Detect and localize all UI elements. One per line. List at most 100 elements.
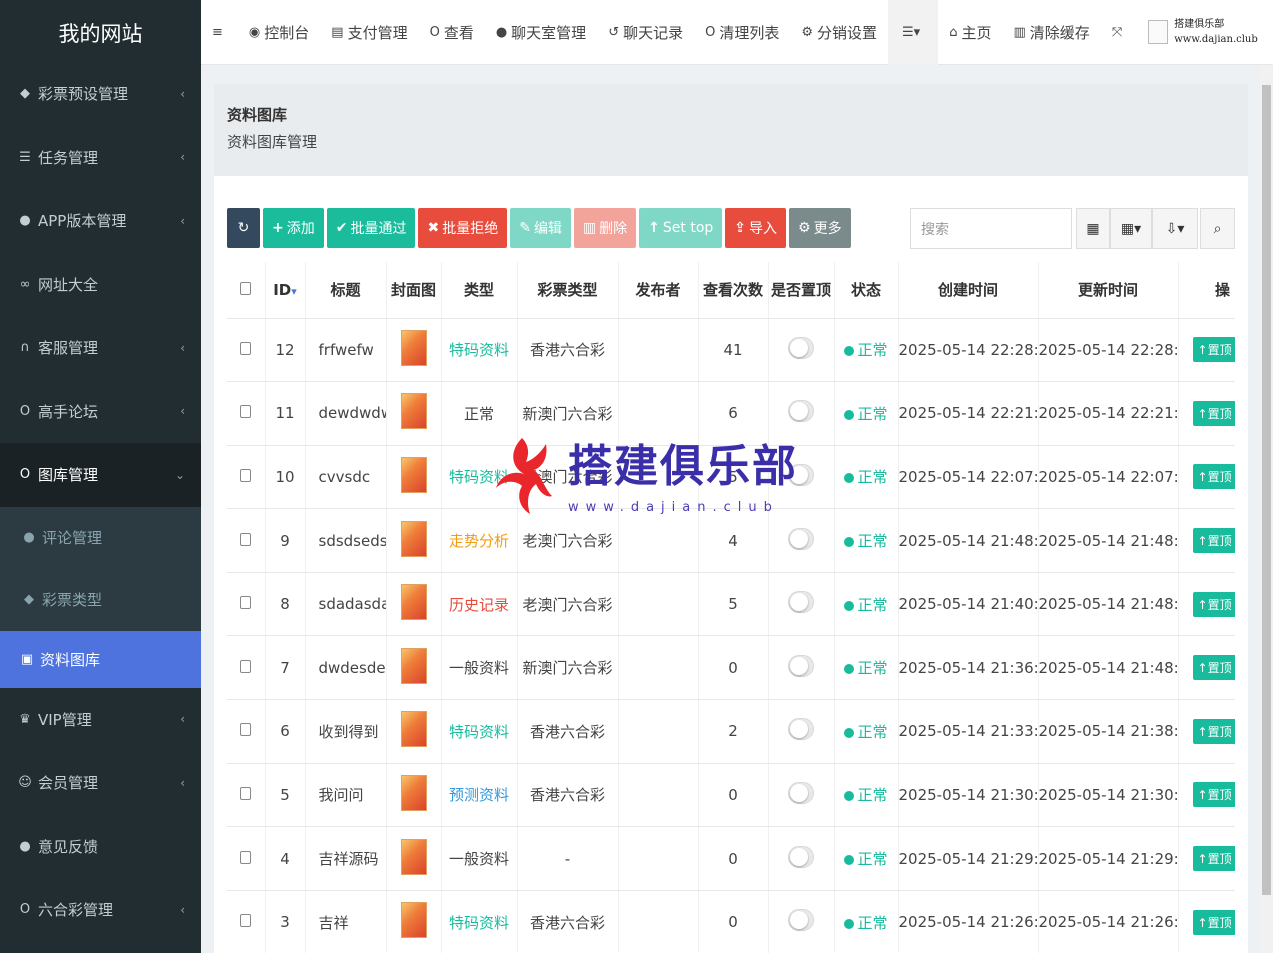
nav-chatroom[interactable]: ● 聊天室管理 (485, 0, 597, 65)
sidebar-item-lottery-type[interactable]: ◆ 彩票类型 (0, 568, 201, 631)
row-checkbox[interactable] (240, 723, 252, 737)
row-checkbox[interactable] (240, 532, 252, 546)
export-button[interactable]: ⇩▾ (1152, 208, 1198, 249)
sidebar-item-gallery-management[interactable]: O 图库管理 ⌄ (0, 443, 201, 507)
table-row[interactable]: 11dewdwdw正常新澳门六合彩6正常2025-05-14 22:21:242… (227, 381, 1235, 446)
table-row[interactable]: 12frfwefw 特码资料香港六合彩 41 正常 2025-05-14 22:28:1… (227, 318, 1235, 383)
nav-clean-list[interactable]: O 清理列表 (694, 0, 790, 65)
sidebar-item-vip-management[interactable]: ♛ VIP管理 ‹ (0, 688, 201, 752)
set-top-row-button[interactable]: ↑置顶 (1192, 464, 1235, 490)
cover-thumbnail[interactable] (400, 584, 427, 621)
nav-fullscreen[interactable]: ⤧ (1101, 0, 1137, 65)
top-toggle-switch[interactable] (788, 781, 814, 804)
top-toggle-switch[interactable] (788, 591, 814, 614)
cover-thumbnail[interactable] (400, 520, 427, 557)
table-row[interactable]: 10cvvsdc 特码资料老澳门六合彩 5 正常 2025-05-14 22:07:07… (227, 445, 1235, 510)
sidebar-item-comment-management[interactable]: ● 评论管理 (0, 506, 201, 569)
nav-more-dropdown[interactable]: ☰▾ (888, 0, 939, 65)
search-button[interactable]: ⌕ (1200, 208, 1235, 249)
cover-thumbnail[interactable] (400, 902, 427, 939)
scrollbar-thumb[interactable] (1262, 85, 1271, 895)
set-top-row-button[interactable]: ↑置顶 (1192, 591, 1235, 617)
top-toggle-switch[interactable] (788, 909, 814, 932)
more-button[interactable]: ⚙ 更多 (789, 208, 851, 248)
set-top-row-button[interactable]: ↑置顶 (1192, 655, 1235, 681)
top-toggle-switch[interactable] (788, 845, 814, 868)
column-header-id[interactable]: ID▾ (265, 262, 306, 319)
sidebar-item-url-directory[interactable]: ∞ 网址大全 (0, 253, 201, 317)
select-all-checkbox[interactable] (240, 281, 252, 295)
row-checkbox[interactable] (240, 850, 252, 864)
set-top-row-button[interactable]: ↑置顶 (1192, 846, 1235, 872)
nav-clear-cache[interactable]: ▥ 清除缓存 (1003, 0, 1101, 65)
batch-reject-button[interactable]: ✖ 批量拒绝 (418, 208, 508, 248)
columns-button[interactable]: ▦▾ (1110, 208, 1152, 249)
top-toggle-switch[interactable] (788, 718, 814, 741)
nav-view[interactable]: O 查看 (419, 0, 485, 65)
nav-user-brand[interactable]: 搭建俱乐部 www.dajian.club (1137, 0, 1269, 65)
sidebar-item-lottery-preset[interactable]: ◆ 彩票预设管理 ‹ (0, 62, 201, 126)
sidebar-item-app-version[interactable]: ● APP版本管理 ‹ (0, 189, 201, 253)
row-checkbox[interactable] (240, 405, 252, 419)
cover-thumbnail[interactable] (400, 711, 427, 748)
sidebar-item-task[interactable]: ☰ 任务管理 ‹ (0, 126, 201, 190)
sidebar-item-member-management[interactable]: ☺ 会员管理 ‹ (0, 751, 201, 815)
table-row[interactable]: 4吉祥源码一般资料- 0 正常 2025-05-14 21:29:262025-05-… (227, 826, 1235, 891)
top-toggle-switch[interactable] (788, 527, 814, 550)
row-checkbox[interactable] (240, 596, 252, 610)
top-toggle-switch[interactable] (788, 336, 814, 359)
set-top-button[interactable]: ↑ Set top (639, 208, 723, 248)
nav-label: 查看 (443, 23, 474, 42)
top-toggle-switch[interactable] (788, 654, 814, 677)
nav-sidebar-toggle[interactable]: ≡ (201, 0, 238, 65)
nav-settings[interactable]: ⚙ (1269, 0, 1273, 65)
top-toggle-switch[interactable] (788, 463, 814, 486)
row-checkbox[interactable] (240, 914, 252, 928)
set-top-row-button[interactable]: ↑置顶 (1192, 718, 1235, 744)
set-top-row-button[interactable]: ↑置顶 (1192, 337, 1235, 363)
sidebar-item-material-gallery[interactable]: ▣ 资料图库 (0, 630, 201, 688)
refresh-button[interactable]: ↻ (227, 208, 260, 248)
nav-dashboard[interactable]: ◉ 控制台 (238, 0, 320, 65)
table-row[interactable]: 9sdsdseds 走势分析老澳门六合彩 4 正常 2025-05-14 21:48:4… (227, 508, 1235, 573)
row-checkbox[interactable] (240, 468, 252, 482)
table-row[interactable]: 8 sdadasda 历史记录 老澳门六合彩 5 正常 2025-05-14 21:40: 2… (227, 572, 1235, 637)
nav-distribution-settings[interactable]: ⚙ 分销设置 (790, 0, 888, 65)
row-checkbox[interactable] (240, 786, 252, 800)
table-row[interactable]: 5我问问预测资料香港六合彩 0 正常 2025-05-14 21:30:012025-… (227, 763, 1235, 828)
import-button[interactable]: ⇪ 导入 (725, 208, 787, 248)
cover-thumbnail[interactable] (400, 647, 427, 684)
page-scrollbar[interactable] (1260, 65, 1273, 953)
column-header-views[interactable]: 查看次数 (698, 262, 769, 319)
table-row[interactable]: 3吉祥特码资料香港六合彩 0 正常 2025-05-14 21:26:012025-0… (227, 890, 1235, 953)
cover-thumbnail[interactable] (400, 838, 427, 875)
toggle-view-button[interactable]: ▦ (1076, 208, 1110, 249)
row-checkbox[interactable] (240, 341, 252, 355)
brand-url: www.dajian.club (1174, 34, 1258, 45)
delete-button[interactable]: ▥ 删除 (573, 208, 637, 248)
search-input[interactable]: 搜索 (910, 208, 1072, 249)
nav-payment[interactable]: ▤ 支付管理 (320, 0, 418, 65)
set-top-row-button[interactable]: ↑置顶 (1192, 909, 1235, 935)
cover-thumbnail[interactable] (400, 456, 427, 493)
sidebar-item-expert-forum[interactable]: O 高手论坛 ‹ (0, 380, 201, 444)
set-top-row-button[interactable]: ↑置顶 (1192, 400, 1235, 426)
nav-home[interactable]: ⌂ 主页 (938, 0, 1002, 65)
set-top-row-button[interactable]: ↑置顶 (1192, 528, 1235, 554)
sidebar-item-customer-service[interactable]: ∩ 客服管理 ‹ (0, 316, 201, 380)
sidebar-item-feedback[interactable]: ● 意见反馈 (0, 815, 201, 879)
row-checkbox[interactable] (240, 659, 252, 673)
cover-thumbnail[interactable] (400, 329, 427, 366)
table-row[interactable]: 7dwdesde 一般资料新澳门六合彩 0 正常 2025-05-14 21:36:48… (227, 635, 1235, 701)
set-top-row-button[interactable]: ↑置顶 (1192, 782, 1235, 808)
sidebar-item-mark-six-management[interactable]: O 六合彩管理 ‹ (0, 878, 201, 942)
nav-chat-history[interactable]: ↺ 聊天记录 (597, 0, 694, 65)
site-logo[interactable]: 我的网站 (0, 0, 201, 62)
cover-thumbnail[interactable] (400, 393, 427, 430)
edit-button[interactable]: ✎ 编辑 (510, 208, 571, 248)
top-toggle-switch[interactable] (788, 400, 814, 423)
cover-thumbnail[interactable] (400, 774, 427, 811)
add-button[interactable]: + 添加 (263, 208, 324, 248)
table-row[interactable]: 6收到得到特码资料香港六合彩 2 正常 2025-05-14 21:33:112025… (227, 699, 1235, 764)
batch-approve-button[interactable]: ✔ 批量通过 (326, 208, 416, 248)
